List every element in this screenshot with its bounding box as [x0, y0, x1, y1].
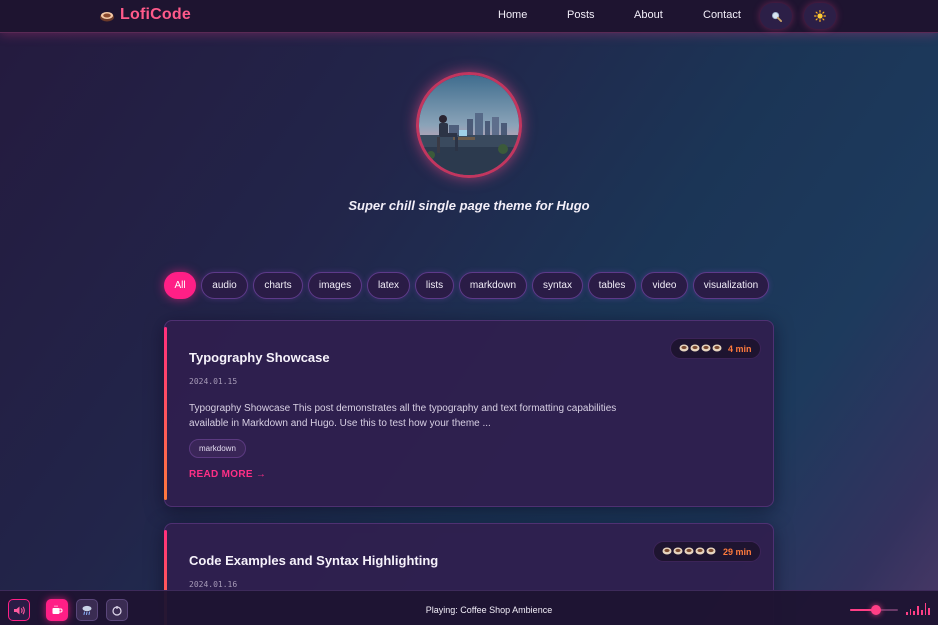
visualizer-bar	[913, 611, 916, 615]
read-more-link[interactable]: READ MORE →	[189, 469, 266, 480]
search-button[interactable]	[760, 3, 792, 29]
brand-name: LofiCode	[120, 6, 191, 23]
nav-about[interactable]: About	[634, 9, 663, 21]
sun-icon	[814, 10, 826, 22]
filter-all[interactable]: All	[164, 272, 196, 299]
filter-lists[interactable]: lists	[415, 272, 454, 299]
theme-toggle-button[interactable]	[804, 3, 836, 29]
filter-markdown[interactable]: markdown	[459, 272, 527, 299]
filter-latex[interactable]: latex	[367, 272, 410, 299]
visualizer-bar	[906, 612, 908, 615]
post-date: 2024.01.16	[189, 580, 238, 589]
site-header: LofiCode Home Posts About Contact	[0, 0, 938, 33]
nav-home[interactable]: Home	[498, 9, 527, 21]
post-date: 2024.01.15	[189, 377, 238, 386]
coffee-cup-row	[679, 344, 722, 351]
filter-tables[interactable]: tables	[588, 272, 636, 299]
visualizer-bar	[924, 603, 927, 615]
read-time-badge: 29 min	[653, 541, 761, 562]
coffee-cup-icon	[100, 12, 114, 22]
volume-slider[interactable]	[850, 605, 898, 615]
brand-link[interactable]: LofiCode	[99, 6, 191, 24]
coffee-cups-icon	[679, 343, 723, 355]
music-player-bar: Playing: Coffee Shop Ambience	[0, 590, 938, 625]
now-playing-label: Playing: Coffee Shop Ambience	[425, 605, 553, 615]
audio-visualizer	[906, 601, 931, 615]
post-card[interactable]: Typography Showcase 2024.01.15 Typograph…	[164, 320, 774, 507]
read-time-badge: 4 min	[670, 338, 761, 359]
tag-filter-bar: All audio charts images latex lists mark…	[0, 272, 938, 299]
post-title[interactable]: Code Examples and Syntax Highlighting	[189, 553, 438, 568]
nav-contact[interactable]: Contact	[703, 9, 741, 21]
filter-audio[interactable]: audio	[201, 272, 248, 299]
post-tag[interactable]: markdown	[189, 439, 246, 458]
coffee-cup-row	[662, 547, 716, 554]
tagline: Super chill single page theme for Hugo	[348, 198, 590, 213]
avatar-image	[419, 75, 519, 175]
filter-charts[interactable]: charts	[253, 272, 303, 299]
post-title[interactable]: Typography Showcase	[189, 350, 330, 365]
post-excerpt: Typography Showcase This post demonstrat…	[189, 403, 617, 429]
read-time: 4 min	[728, 343, 752, 354]
visualizer-bar	[920, 610, 923, 615]
visualizer-bar	[928, 608, 931, 615]
filter-images[interactable]: images	[308, 272, 362, 299]
read-time: 29 min	[723, 546, 752, 557]
avatar	[416, 72, 522, 178]
visualizer-bar	[909, 609, 912, 615]
coffee-cups-icon	[662, 546, 718, 558]
filter-syntax[interactable]: syntax	[532, 272, 583, 299]
search-icon	[771, 11, 782, 22]
filter-video[interactable]: video	[641, 272, 688, 299]
visualizer-bar	[917, 606, 919, 615]
nav-posts[interactable]: Posts	[567, 9, 595, 21]
filter-visualization[interactable]: visualization	[693, 272, 769, 299]
